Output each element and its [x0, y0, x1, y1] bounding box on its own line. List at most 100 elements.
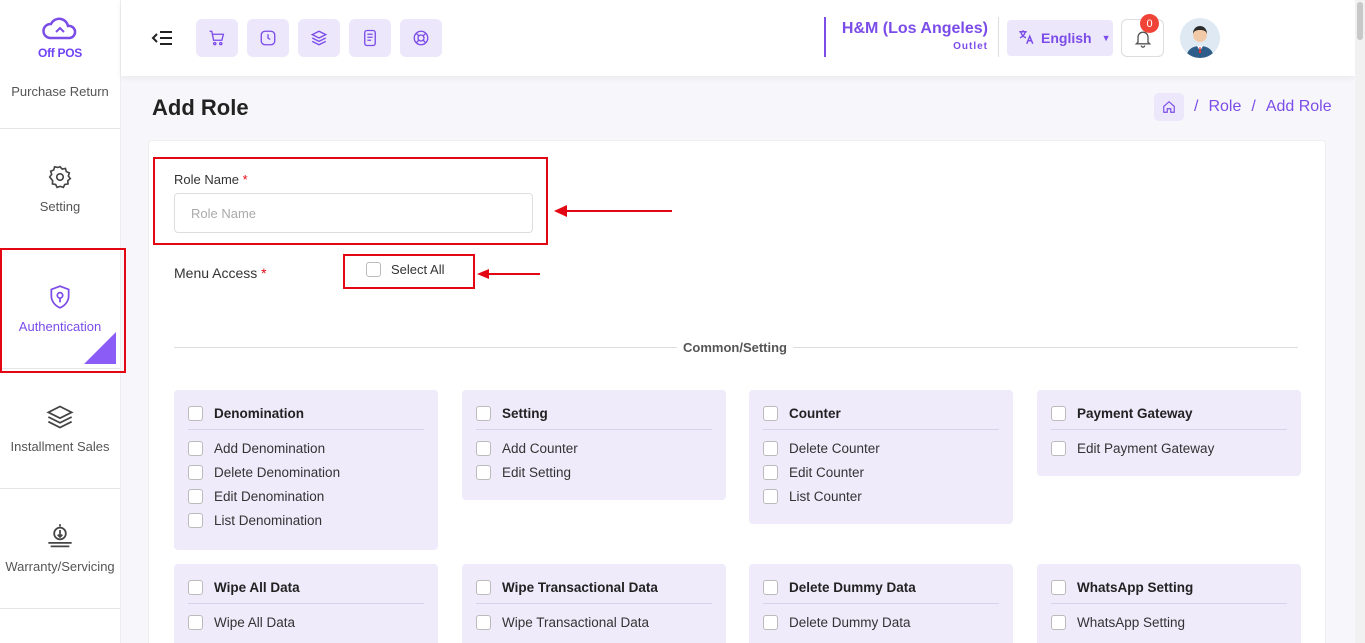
role-name-input[interactable]: [174, 193, 533, 233]
permission-item[interactable]: Wipe All Data: [188, 610, 424, 634]
permission-checkbox[interactable]: [476, 614, 491, 630]
group-checkbox[interactable]: [188, 406, 203, 421]
permission-item[interactable]: List Counter: [763, 484, 999, 508]
notification-badge: 0: [1140, 14, 1159, 33]
permission-checkbox[interactable]: [188, 440, 203, 456]
permission-item[interactable]: WhatsApp Setting: [1051, 610, 1287, 634]
notification-button[interactable]: 0: [1121, 14, 1164, 57]
permission-group-header[interactable]: WhatsApp Setting: [1051, 580, 1287, 604]
sidebar-item-label: Purchase Return: [11, 84, 109, 99]
permission-checkbox[interactable]: [188, 488, 203, 504]
group-checkbox[interactable]: [476, 406, 491, 421]
permission-checkbox[interactable]: [1051, 440, 1066, 456]
permission-label: Edit Denomination: [214, 488, 325, 504]
select-all-checkbox[interactable]: Select All: [366, 262, 444, 277]
permission-label: List Counter: [789, 488, 862, 504]
document-icon[interactable]: [349, 19, 391, 57]
breadcrumb-separator: /: [1251, 98, 1256, 115]
permission-checkbox[interactable]: [188, 464, 203, 480]
permission-group: Payment Gateway Edit Payment Gateway: [1037, 390, 1301, 476]
permission-item[interactable]: List Denomination: [188, 508, 424, 532]
permission-checkbox[interactable]: [188, 614, 203, 630]
sidebar-item-installment-sales[interactable]: Installment Sales: [0, 369, 120, 489]
permission-item[interactable]: Delete Denomination: [188, 460, 424, 484]
scrollbar-thumb[interactable]: [1357, 2, 1363, 40]
permission-group-header[interactable]: Denomination: [188, 406, 424, 430]
permission-checkbox[interactable]: [476, 440, 491, 456]
permission-group-header[interactable]: Delete Dummy Data: [763, 580, 999, 604]
group-checkbox[interactable]: [763, 406, 778, 421]
language-label: English: [1041, 30, 1092, 46]
breadcrumb-separator: /: [1194, 98, 1199, 115]
permission-group: Wipe Transactional Data Wipe Transactiona…: [462, 564, 726, 643]
group-checkbox[interactable]: [1051, 580, 1066, 595]
page-scrollbar[interactable]: [1355, 0, 1365, 643]
permission-item[interactable]: Delete Dummy Data: [763, 610, 999, 634]
permission-checkbox[interactable]: [188, 512, 203, 528]
permission-group-title: Wipe Transactional Data: [502, 580, 658, 595]
sidebar-item-label: Installment Sales: [10, 439, 110, 454]
app-root: Off POS Purchase Return Setting Authenti…: [0, 0, 1365, 643]
permission-item[interactable]: Delete Counter: [763, 436, 999, 460]
permission-item[interactable]: Edit Denomination: [188, 484, 424, 508]
logo-text: Off POS: [38, 46, 82, 60]
permission-label: Delete Counter: [789, 440, 880, 456]
sidebar-item-label: Authentication: [18, 319, 102, 334]
group-checkbox[interactable]: [476, 580, 491, 595]
permission-group: Denomination Add Denomination Delete Denom…: [174, 390, 438, 550]
permission-checkbox[interactable]: [763, 440, 778, 456]
checkbox[interactable]: [366, 262, 381, 277]
permission-group: Delete Dummy Data Delete Dummy Data: [749, 564, 1013, 643]
permission-label: Delete Denomination: [214, 464, 341, 480]
menu-collapse-icon[interactable]: [151, 27, 173, 49]
permission-group: Setting Add Counter Edit Setting: [462, 390, 726, 500]
permission-group: WhatsApp Setting WhatsApp Setting: [1037, 564, 1301, 643]
permission-label: WhatsApp Setting: [1077, 614, 1186, 630]
role-name-label: Role Name *: [174, 172, 248, 187]
permission-group-header[interactable]: Wipe All Data: [188, 580, 424, 604]
sidebar-item-label: Setting: [39, 199, 81, 214]
language-dropdown[interactable]: English ▼: [1007, 20, 1113, 56]
permission-group-title: WhatsApp Setting: [1077, 580, 1194, 595]
outlet-selector[interactable]: H&M (Los Angeles) Outlet: [824, 17, 999, 57]
layers-icon[interactable]: [298, 19, 340, 57]
quick-buttons: [196, 19, 442, 57]
avatar[interactable]: [1180, 18, 1220, 58]
permission-item[interactable]: Add Denomination: [188, 436, 424, 460]
sidebar-item-setting[interactable]: Setting: [0, 129, 120, 249]
permission-group-title: Setting: [502, 406, 548, 421]
permission-checkbox[interactable]: [763, 464, 778, 480]
permission-item[interactable]: Edit Counter: [763, 460, 999, 484]
logo[interactable]: Off POS: [0, 0, 120, 76]
permission-item[interactable]: Edit Setting: [476, 460, 712, 484]
permission-label: Delete Dummy Data: [789, 614, 911, 630]
permission-checkbox[interactable]: [476, 464, 491, 480]
support-icon[interactable]: [400, 19, 442, 57]
permission-item[interactable]: Wipe Transactional Data: [476, 610, 712, 634]
permission-label: Add Denomination: [214, 440, 326, 456]
red-arrow-icon: [554, 205, 672, 217]
group-checkbox[interactable]: [763, 580, 778, 595]
group-checkbox[interactable]: [1051, 406, 1066, 421]
permission-group-title: Delete Dummy Data: [789, 580, 916, 595]
permission-group-header[interactable]: Counter: [763, 406, 999, 430]
sidebar-item-warranty-servicing[interactable]: Warranty/Servicing: [0, 489, 120, 609]
clock-icon[interactable]: [247, 19, 289, 57]
permission-group-header[interactable]: Payment Gateway: [1051, 406, 1287, 430]
permission-checkbox[interactable]: [763, 488, 778, 504]
sidebar-item-purchase-return[interactable]: Purchase Return: [0, 76, 120, 129]
permission-group-header[interactable]: Setting: [476, 406, 712, 430]
cart-icon[interactable]: [196, 19, 238, 57]
permission-group-header[interactable]: Wipe Transactional Data: [476, 580, 712, 604]
permission-item[interactable]: Add Counter: [476, 436, 712, 460]
group-checkbox[interactable]: [188, 580, 203, 595]
permission-checkbox[interactable]: [1051, 614, 1066, 630]
sidebar-item-authentication[interactable]: Authentication: [0, 249, 120, 369]
permission-checkbox[interactable]: [763, 614, 778, 630]
required-mark: *: [261, 265, 267, 281]
permission-label: Edit Counter: [789, 464, 865, 480]
home-icon[interactable]: [1154, 93, 1184, 121]
permission-item[interactable]: Edit Payment Gateway: [1051, 436, 1287, 460]
breadcrumb-role[interactable]: Role: [1208, 98, 1241, 116]
cloud-logo-icon: [42, 17, 77, 40]
